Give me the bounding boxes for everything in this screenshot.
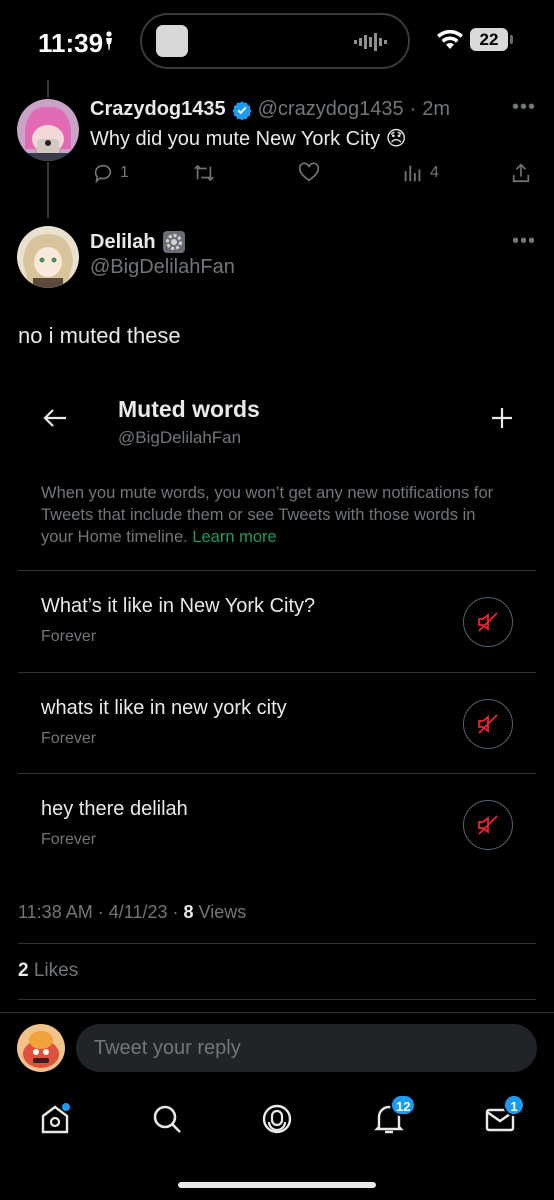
person-icon [106, 31, 112, 50]
tab-notifications[interactable]: 12 [372, 1094, 417, 1141]
likes-link[interactable]: 2 Likes [18, 960, 78, 982]
tweet-time: 11:38 AM [18, 902, 93, 922]
divider [18, 773, 536, 774]
unmute-button [463, 800, 513, 850]
thread-line-middle [47, 162, 49, 218]
embed-description: When you mute words, you won’t get any n… [41, 482, 511, 548]
reply-bar: Tweet your reply [0, 1012, 554, 1087]
tweet-age[interactable]: 2m [422, 98, 450, 121]
tweet-text: no i muted these [18, 323, 181, 348]
tweet-date: 4/11/23 [108, 902, 168, 922]
muted-speaker-icon [478, 612, 498, 632]
more-options-icon[interactable]: ••• [512, 230, 536, 253]
author-handle[interactable]: @BigDelilahFan [90, 256, 235, 279]
tweet-text: Why did you mute New York City 😞 [90, 126, 407, 151]
thread-line-top [47, 80, 49, 98]
now-playing-artwork [156, 25, 188, 57]
tab-search[interactable] [150, 1102, 184, 1141]
heart-icon [298, 162, 320, 182]
tab-home[interactable] [38, 1102, 72, 1141]
separator-dot: · [409, 98, 417, 120]
status-bar: 11:39 22 [0, 0, 554, 80]
battery-tip [510, 35, 513, 44]
tab-spaces[interactable] [260, 1102, 294, 1141]
views-label: Views [198, 902, 247, 922]
embed-title: Muted words [118, 396, 260, 422]
divider [18, 570, 536, 571]
tweet-header: Crazydog1435 @crazydog1435 · 2m [90, 98, 450, 121]
messages-badge: 1 [503, 1094, 525, 1116]
home-icon [41, 1103, 70, 1134]
tweet-emoji: 😞 [385, 128, 407, 150]
likes-label: Likes [33, 960, 79, 981]
like-button[interactable] [297, 162, 321, 184]
tweet-image-muted-words[interactable]: Muted words @BigDelilahFan When you mute… [18, 370, 536, 880]
unmute-button [463, 699, 513, 749]
search-icon [153, 1105, 181, 1133]
muted-speaker-icon [478, 714, 498, 734]
more-options-icon[interactable]: ••• [512, 96, 536, 119]
wifi-icon [437, 30, 463, 49]
divider [18, 943, 536, 944]
retweet-button[interactable] [192, 162, 216, 184]
divider [18, 672, 536, 673]
gear-icon [162, 231, 185, 253]
muted-duration: Forever [41, 730, 97, 747]
avatar[interactable] [17, 99, 79, 161]
muted-word: hey there delilah [41, 798, 188, 820]
home-indicator[interactable] [178, 1182, 376, 1188]
muted-speaker-icon [478, 815, 498, 835]
muted-duration: Forever [41, 628, 97, 645]
muted-word: whats it like in new york city [41, 697, 287, 719]
tweet-header: Delilah [90, 230, 186, 254]
audio-waveform-icon [354, 33, 387, 51]
share-button[interactable] [510, 162, 532, 184]
verified-badge-icon [232, 100, 252, 120]
divider [18, 999, 536, 1000]
add-icon [492, 408, 512, 428]
reply-input[interactable]: Tweet your reply [76, 1024, 537, 1072]
separator-dot: · [172, 902, 179, 922]
views-count: 8 [183, 902, 194, 922]
views-button[interactable]: 4 [402, 162, 439, 184]
muted-duration: Forever [41, 831, 97, 848]
reply-count: 1 [120, 164, 129, 181]
reply-button[interactable]: 1 [92, 162, 129, 184]
learn-more-link: Learn more [192, 528, 277, 546]
unmute-button [463, 597, 513, 647]
share-icon [512, 163, 530, 183]
notifications-badge: 12 [390, 1094, 417, 1116]
author-name[interactable]: Crazydog1435 [90, 98, 226, 121]
dynamic-island [140, 13, 410, 69]
separator-dot: · [97, 902, 104, 922]
reply-icon [94, 164, 112, 184]
back-arrow-icon [43, 409, 66, 427]
embed-subtitle: @BigDelilahFan [118, 428, 242, 447]
retweet-icon [194, 165, 214, 181]
tweet-actions: 1 4 [90, 162, 540, 190]
battery-indicator: 22 [470, 28, 508, 51]
tab-messages[interactable]: 1 [483, 1094, 525, 1141]
tweet-text-content: Why did you mute New York City [90, 128, 381, 150]
author-name[interactable]: Delilah [90, 231, 156, 254]
spaces-icon [262, 1104, 292, 1134]
status-time: 11:39 [38, 28, 104, 58]
avatar[interactable] [17, 226, 79, 288]
author-handle[interactable]: @crazydog1435 [258, 98, 404, 121]
my-avatar[interactable] [17, 1024, 65, 1072]
likes-count: 2 [18, 960, 29, 981]
muted-word: What’s it like in New York City? [41, 595, 316, 617]
views-count: 4 [430, 164, 439, 181]
views-chart-icon [404, 165, 421, 182]
tweet-meta: 11:38 AM · 4/11/23 · 8 Views [18, 902, 246, 923]
